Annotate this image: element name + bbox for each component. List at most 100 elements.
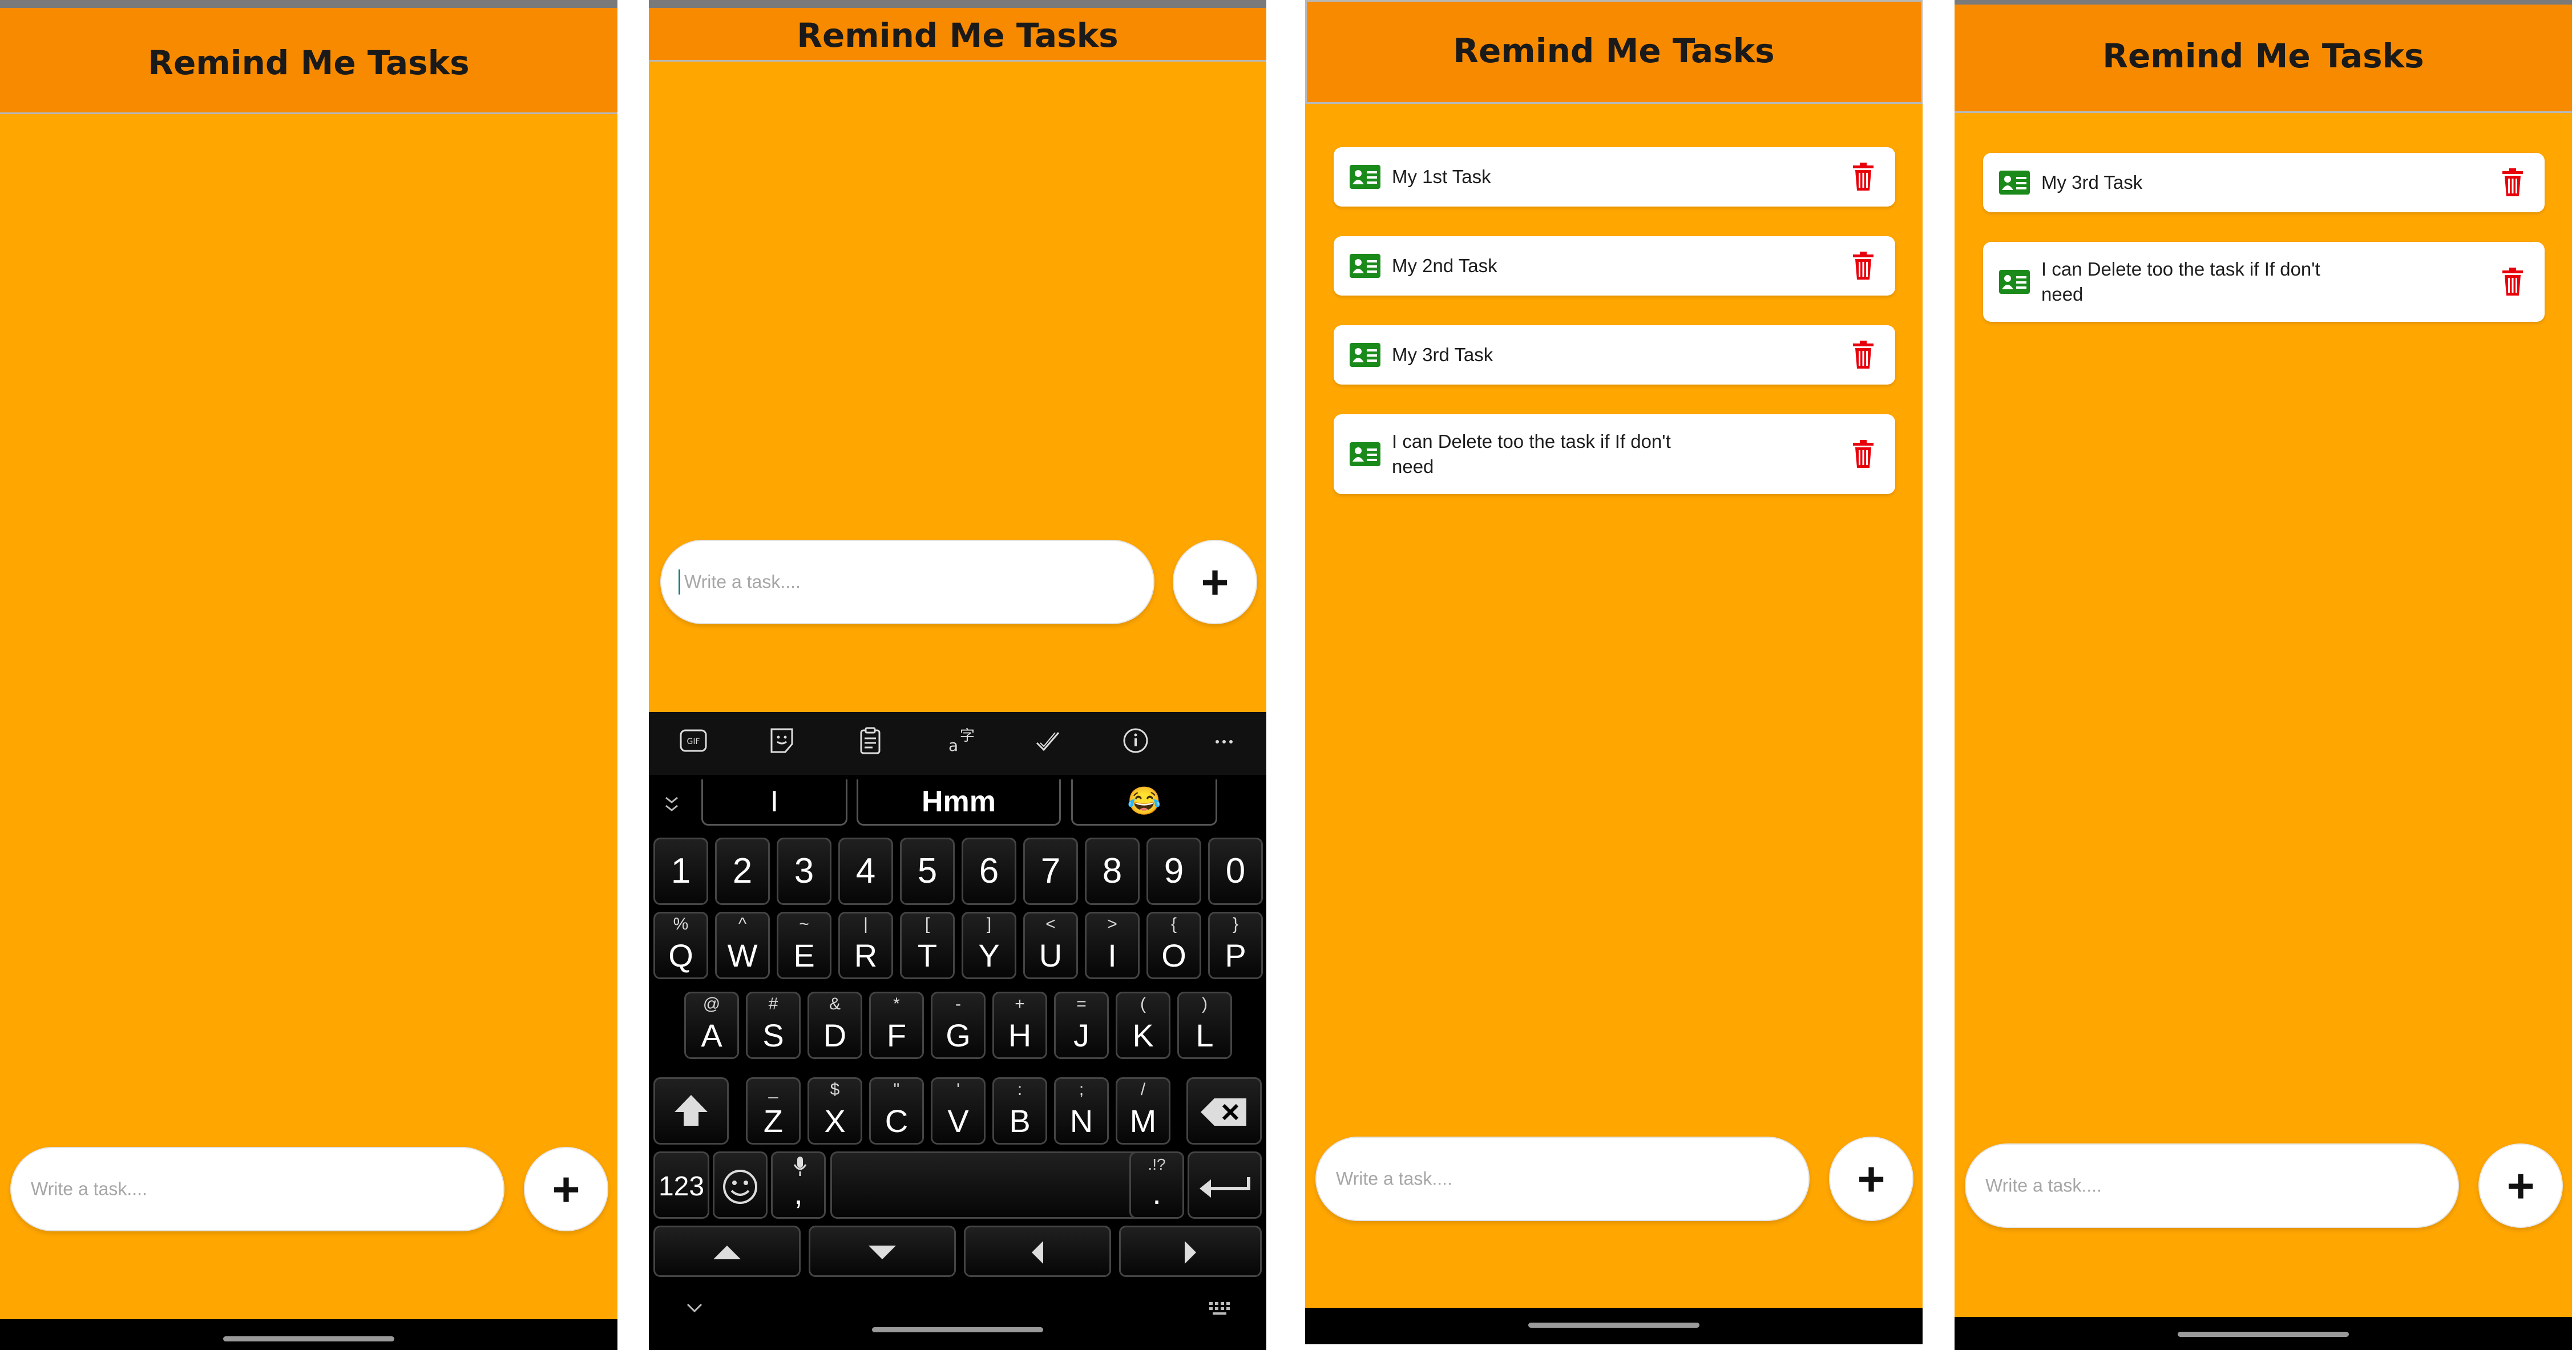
key-alt-label: $ bbox=[830, 1080, 840, 1099]
clipboard-icon[interactable] bbox=[853, 723, 887, 758]
gif-icon[interactable]: GIF bbox=[676, 723, 710, 758]
key-1[interactable]: 1 bbox=[653, 838, 708, 905]
key-s[interactable]: # S bbox=[746, 992, 801, 1059]
key-9[interactable]: 9 bbox=[1146, 838, 1201, 905]
key-l[interactable]: ) L bbox=[1177, 992, 1232, 1059]
task-item[interactable]: My 3rd Task bbox=[1334, 325, 1895, 385]
home-handle[interactable] bbox=[1528, 1323, 1699, 1328]
task-card-icon bbox=[1999, 270, 2030, 294]
key-j[interactable]: = J bbox=[1054, 992, 1109, 1059]
spellcheck-icon[interactable] bbox=[1030, 723, 1064, 758]
delete-trash-icon[interactable] bbox=[2501, 267, 2524, 297]
suggestion-1[interactable]: I bbox=[701, 779, 847, 826]
task-input[interactable]: Write a task.... bbox=[1315, 1137, 1810, 1221]
key-q[interactable]: % Q bbox=[653, 912, 708, 979]
task-card-icon bbox=[1350, 254, 1380, 278]
sticker-icon[interactable] bbox=[765, 723, 799, 758]
cursor-right-key[interactable] bbox=[1119, 1226, 1262, 1277]
task-input[interactable]: Write a task.... bbox=[660, 540, 1154, 624]
task-item[interactable]: My 2nd Task bbox=[1334, 236, 1895, 296]
app-header: Remind Me Tasks bbox=[649, 8, 1266, 62]
cursor-up-key[interactable] bbox=[653, 1226, 801, 1277]
add-task-button[interactable]: + bbox=[2478, 1143, 2563, 1228]
delete-trash-icon[interactable] bbox=[2501, 168, 2524, 197]
key-w[interactable]: ^ W bbox=[715, 912, 770, 979]
add-task-button[interactable]: + bbox=[1173, 540, 1257, 624]
task-input[interactable]: Write a task.... bbox=[10, 1147, 504, 1231]
key-label: N bbox=[1069, 1103, 1093, 1139]
more-icon[interactable] bbox=[1207, 723, 1241, 758]
home-handle[interactable] bbox=[2178, 1332, 2349, 1337]
key-label: D bbox=[823, 1017, 847, 1053]
cursor-left-key[interactable] bbox=[964, 1226, 1111, 1277]
home-handle[interactable] bbox=[872, 1327, 1043, 1332]
plus-icon: + bbox=[1857, 1152, 1885, 1206]
key-8[interactable]: 8 bbox=[1085, 838, 1140, 905]
key-alt-label: > bbox=[1107, 915, 1117, 933]
system-nav-bar bbox=[0, 1319, 617, 1350]
suggestion-2[interactable]: Hmm bbox=[857, 779, 1061, 826]
key-n[interactable]: ; N bbox=[1054, 1077, 1109, 1145]
info-icon[interactable] bbox=[1119, 723, 1153, 758]
key-r[interactable]: | R bbox=[838, 912, 893, 979]
task-item[interactable]: I can Delete too the task if If don't ne… bbox=[1983, 242, 2545, 322]
cursor-down-key[interactable] bbox=[809, 1226, 956, 1277]
key-k[interactable]: (K bbox=[1116, 992, 1170, 1059]
delete-trash-icon[interactable] bbox=[1852, 162, 1875, 192]
task-input[interactable]: Write a task.... bbox=[1965, 1143, 2459, 1228]
key-3[interactable]: 3 bbox=[777, 838, 831, 905]
collapse-suggestions-icon[interactable] bbox=[660, 792, 683, 815]
delete-trash-icon[interactable] bbox=[1852, 251, 1875, 281]
key-h[interactable]: + H bbox=[992, 992, 1047, 1059]
add-task-button[interactable]: + bbox=[1829, 1137, 1913, 1221]
space-key[interactable] bbox=[830, 1151, 1167, 1219]
key-x[interactable]: $ X bbox=[807, 1077, 862, 1145]
key-i[interactable]: > I bbox=[1085, 912, 1140, 979]
key-v[interactable]: ' V bbox=[931, 1077, 986, 1145]
hide-keyboard-icon[interactable] bbox=[683, 1300, 706, 1317]
key-0[interactable]: 0 bbox=[1208, 838, 1263, 905]
key-alt-label: ) bbox=[1202, 995, 1208, 1013]
key-a[interactable]: @ A bbox=[684, 992, 739, 1059]
key-alt-label: # bbox=[768, 995, 778, 1013]
enter-key[interactable] bbox=[1188, 1151, 1262, 1219]
keyboard-switch-icon[interactable] bbox=[1208, 1300, 1233, 1317]
delete-trash-icon[interactable] bbox=[1852, 439, 1875, 469]
period-key[interactable]: .!? . bbox=[1129, 1151, 1184, 1219]
symbols-key[interactable]: 123 bbox=[653, 1151, 709, 1219]
key-d[interactable]: & D bbox=[807, 992, 862, 1059]
task-item[interactable]: My 1st Task bbox=[1334, 147, 1895, 207]
key-2[interactable]: 2 bbox=[715, 838, 770, 905]
key-6[interactable]: 6 bbox=[962, 838, 1016, 905]
key-label: P bbox=[1225, 937, 1246, 973]
task-item[interactable]: I can Delete too the task if If don't ne… bbox=[1334, 414, 1895, 494]
suggestion-3[interactable]: 😂 bbox=[1071, 779, 1217, 826]
key-y[interactable]: ] Y bbox=[962, 912, 1016, 979]
comma-key[interactable]: , bbox=[771, 1151, 826, 1219]
add-task-button[interactable]: + bbox=[524, 1147, 608, 1231]
delete-trash-icon[interactable] bbox=[1852, 340, 1875, 370]
key-g[interactable]: -G bbox=[931, 992, 986, 1059]
emoji-key[interactable] bbox=[713, 1151, 768, 1219]
task-item[interactable]: My 3rd Task bbox=[1983, 153, 2545, 212]
key-e[interactable]: ~ E bbox=[777, 912, 831, 979]
key-m[interactable]: / M bbox=[1116, 1077, 1170, 1145]
key-z[interactable]: _ Z bbox=[746, 1077, 801, 1145]
key-o[interactable]: {O bbox=[1146, 912, 1201, 979]
key-u[interactable]: < U bbox=[1023, 912, 1078, 979]
translate-icon[interactable]: a字 bbox=[942, 723, 976, 758]
shift-key[interactable] bbox=[653, 1077, 729, 1145]
key-f[interactable]: * F bbox=[869, 992, 924, 1059]
key-5[interactable]: 5 bbox=[900, 838, 955, 905]
backspace-key[interactable] bbox=[1186, 1077, 1262, 1145]
task-card-icon bbox=[1999, 171, 2030, 195]
key-c[interactable]: " C bbox=[869, 1077, 924, 1145]
svg-text:a: a bbox=[948, 736, 958, 755]
key-7[interactable]: 7 bbox=[1023, 838, 1078, 905]
key-4[interactable]: 4 bbox=[838, 838, 893, 905]
key-t[interactable]: [T bbox=[900, 912, 955, 979]
key-b[interactable]: :B bbox=[992, 1077, 1047, 1145]
key-alt-label: ~ bbox=[799, 915, 809, 933]
home-handle[interactable] bbox=[223, 1336, 394, 1341]
key-p[interactable]: } P bbox=[1208, 912, 1263, 979]
